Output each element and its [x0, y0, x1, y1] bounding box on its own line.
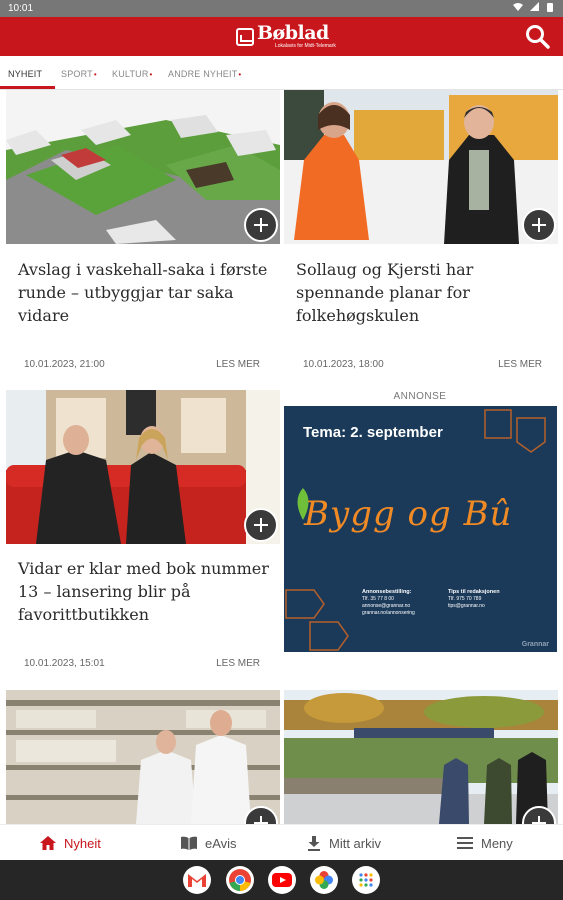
tab-label: KULTUR	[112, 69, 149, 79]
nav-label: Mitt arkiv	[329, 835, 381, 851]
nav-label: Nyheit	[64, 835, 101, 851]
nav-meny[interactable]: Meny	[457, 825, 513, 861]
ad-brand: Bygg og Bû	[304, 494, 513, 534]
article-card[interactable]: Vidar er klar med bok nummer 13 – lanser…	[6, 390, 280, 680]
article-card[interactable]: Sollaug og Kjersti har spennande planar …	[284, 90, 558, 380]
article-image[interactable]	[6, 390, 280, 544]
app-drawer-icon[interactable]	[352, 866, 380, 894]
article-headline[interactable]: Sollaug og Kjersti har spennande planar …	[296, 258, 551, 327]
nav-eavis[interactable]: eAvis	[181, 825, 237, 861]
article-card[interactable]	[6, 690, 280, 824]
tab-dot: •	[149, 70, 153, 79]
youtube-icon[interactable]	[268, 866, 296, 894]
ad-decor-icon	[484, 409, 546, 453]
article-image[interactable]	[6, 690, 280, 824]
ad-contact-left: Annonsebestilling: Tlf. 35 77 8 00 annon…	[362, 589, 415, 617]
nav-label: eAvis	[205, 835, 237, 851]
tab-sport[interactable]: SPORT•	[61, 69, 97, 79]
article-date: 10.01.2023, 18:00	[303, 359, 384, 370]
article-headline[interactable]: Vidar er klar med bok nummer 13 – lanser…	[18, 557, 273, 626]
signal-icon	[530, 2, 540, 11]
site-logo[interactable]: Bøblad Lokalavis for Midt-Telemark	[236, 21, 336, 52]
ad-contact-title: Annonsebestilling:	[362, 589, 412, 595]
tab-label: SPORT	[61, 69, 93, 79]
article-feed[interactable]: Avslag i vaskehall-saka i første runde –…	[0, 90, 563, 824]
ad-title: Tema: 2. september	[303, 424, 443, 441]
nav-nyheit[interactable]: Nyheit	[40, 825, 101, 861]
ad-contact-right: Tips til redaksjonen Tlf. 975 70 789 tip…	[448, 589, 500, 610]
active-tab-indicator	[0, 86, 55, 89]
ad-label: ANNONSE	[393, 391, 447, 402]
status-icons	[513, 2, 553, 15]
logo-subtitle: Lokalavis for Midt-Telemark	[275, 43, 336, 49]
tab-label: ANDRE NYHEIT	[168, 69, 238, 79]
article-image[interactable]	[284, 90, 558, 244]
nav-label: Meny	[481, 835, 513, 851]
logo-mark-icon	[236, 27, 254, 46]
category-tabs: NYHEIT SPORT• KULTUR• ANDRE NYHEIT•	[0, 56, 563, 90]
read-more-link[interactable]: LES MER	[216, 658, 260, 669]
photos-icon[interactable]	[310, 866, 338, 894]
article-card[interactable]	[284, 690, 558, 824]
app-bar: Bøblad Lokalavis for Midt-Telemark	[0, 17, 563, 56]
book-icon	[181, 836, 197, 850]
wifi-icon	[513, 3, 524, 11]
status-time: 10:01	[8, 3, 34, 14]
ad-contact-line: annonse@grannar.no	[362, 603, 411, 609]
article-headline[interactable]: Avslag i vaskehall-saka i første runde –…	[18, 258, 273, 327]
ad-contact-line: Tlf. 975 70 789	[448, 596, 482, 602]
ad-contact-line: Tlf. 35 77 8 00	[362, 596, 394, 602]
home-icon	[40, 836, 56, 850]
add-to-archive-button[interactable]	[244, 508, 278, 542]
ad-contact-line: grannar.no/annonsering	[362, 610, 415, 616]
article-card[interactable]: Avslag i vaskehall-saka i første runde –…	[6, 90, 280, 380]
tab-dot: •	[93, 70, 97, 79]
gmail-icon[interactable]	[183, 866, 211, 894]
download-icon	[308, 835, 320, 851]
tab-nyheit[interactable]: NYHEIT	[8, 69, 42, 79]
ad-contact-line: tips@grannar.no	[448, 603, 485, 609]
logo-title: Bøblad	[257, 22, 329, 44]
ad-arrows-icon	[285, 589, 349, 651]
system-taskbar	[0, 860, 563, 900]
add-to-archive-button[interactable]	[244, 208, 278, 242]
article-date: 10.01.2023, 21:00	[24, 359, 105, 370]
search-icon[interactable]	[525, 24, 551, 50]
tab-label: NYHEIT	[8, 69, 43, 79]
read-more-link[interactable]: LES MER	[216, 359, 260, 370]
battery-icon	[547, 3, 553, 12]
tab-kultur[interactable]: KULTUR•	[112, 69, 153, 79]
bottom-navigation: Nyheit eAvis Mitt arkiv Meny	[0, 824, 563, 860]
chrome-icon[interactable]	[226, 866, 254, 894]
ad-corner-logo: Grannar	[521, 641, 549, 648]
advertisement[interactable]: Tema: 2. september Bygg og Bû Annonsebes…	[284, 406, 557, 652]
status-bar: 10:01	[0, 0, 563, 17]
article-image[interactable]	[6, 90, 280, 244]
article-image[interactable]	[284, 690, 558, 824]
read-more-link[interactable]: LES MER	[498, 359, 542, 370]
menu-icon	[457, 837, 473, 849]
article-date: 10.01.2023, 15:01	[24, 658, 105, 669]
add-to-archive-button[interactable]	[522, 208, 556, 242]
ad-contact-title: Tips til redaksjonen	[448, 589, 500, 595]
nav-mitt-arkiv[interactable]: Mitt arkiv	[307, 825, 381, 861]
tab-dot: •	[238, 70, 242, 79]
tab-andre-nyheit[interactable]: ANDRE NYHEIT•	[168, 69, 241, 79]
